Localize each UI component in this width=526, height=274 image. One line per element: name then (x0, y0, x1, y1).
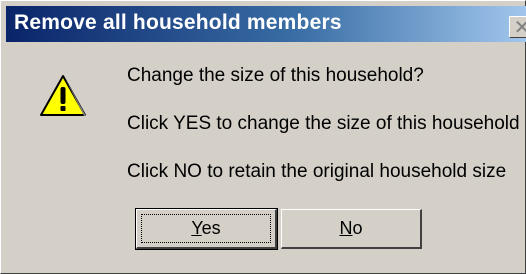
close-icon[interactable]: ✕ (509, 16, 526, 38)
yes-button[interactable]: Yes (135, 208, 278, 250)
no-button[interactable]: No (281, 209, 422, 249)
message-yes-instruction: Click YES to change the size of this hou… (127, 113, 520, 134)
title-bar[interactable]: Remove all household members ✕ (6, 6, 526, 42)
dialog-title: Remove all household members (14, 11, 342, 34)
yes-button-label: Yes (191, 218, 221, 238)
message-no-instruction: Click NO to retain the original househol… (127, 161, 507, 182)
warning-icon (40, 75, 86, 116)
message-question: Change the size of this household? (127, 65, 424, 86)
no-button-label: No (339, 218, 363, 238)
dialog-window: Remove all household members ✕ Change th… (0, 0, 526, 274)
